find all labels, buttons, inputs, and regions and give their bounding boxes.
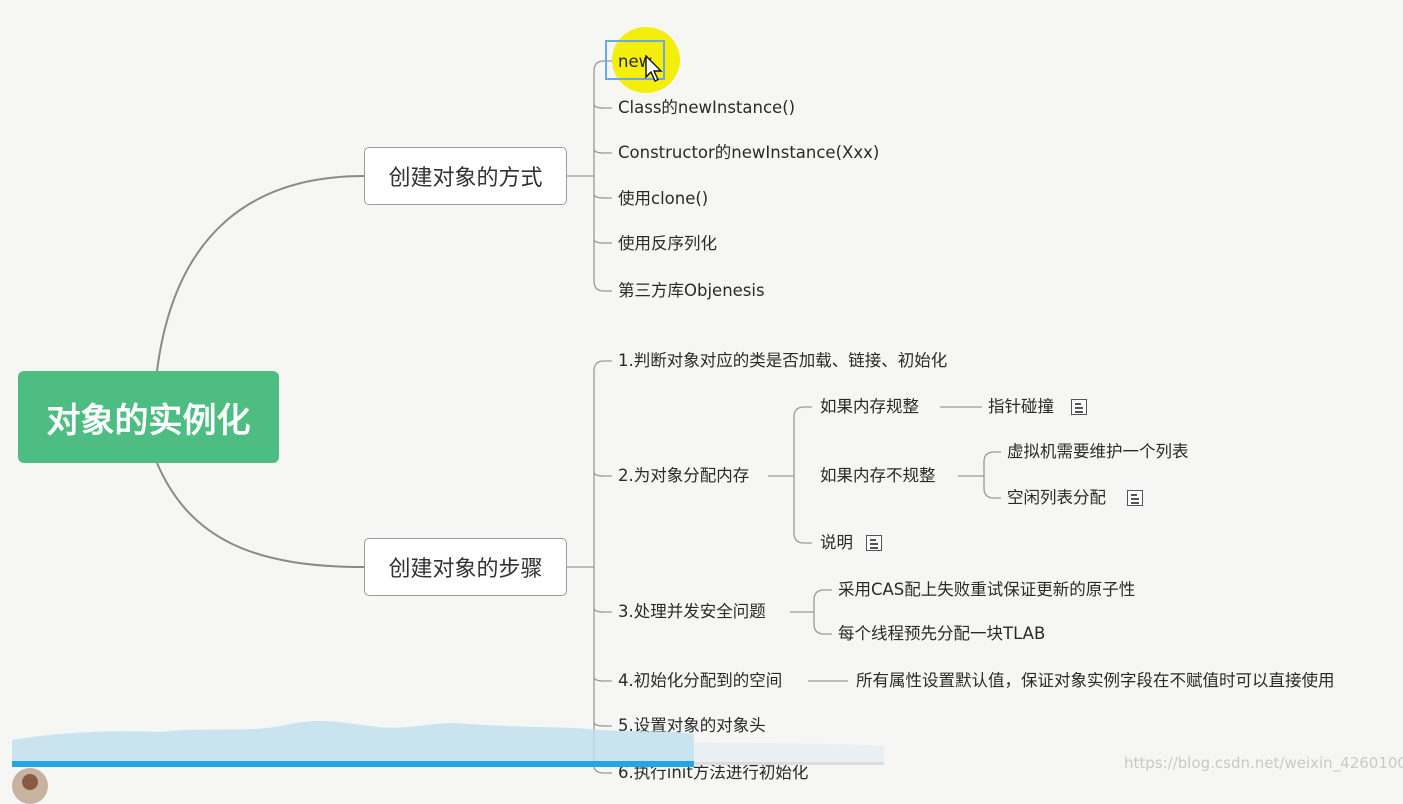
step-2-free-list[interactable]: 空闲列表分配 [1007,488,1106,508]
ways-item-class-newinstance[interactable]: Class的newInstance() [618,98,795,118]
player-wave-overlay [12,720,884,762]
steps-node[interactable]: 创建对象的步骤 [364,538,567,596]
mouse-cursor-icon [645,55,663,82]
note-icon[interactable] [866,535,882,551]
ways-node[interactable]: 创建对象的方式 [364,147,567,205]
ways-item-clone[interactable]: 使用clone() [618,189,708,209]
step-3-cas[interactable]: 采用CAS配上失败重试保证更新的原子性 [838,580,1135,600]
step-3-tlab[interactable]: 每个线程预先分配一块TLAB [838,624,1045,644]
step-2-pointer-bump[interactable]: 指针碰撞 [988,397,1054,417]
step-2-regular[interactable]: 如果内存规整 [820,397,919,417]
step-2-maintain-list[interactable]: 虚拟机需要维护一个列表 [1007,442,1189,462]
connector-root-steps [156,462,365,568]
step-4-detail[interactable]: 所有属性设置默认值，保证对象实例字段在不赋值时可以直接使用 [856,671,1335,691]
watermark: https://blog.csdn.net/weixin_42601001 [1124,754,1403,772]
video-progress-bar[interactable] [12,761,694,767]
video-progress-track[interactable] [694,762,884,765]
note-icon[interactable] [1127,490,1143,506]
ways-item-objenesis[interactable]: 第三方库Objenesis [618,281,765,301]
ways-item-deserialize[interactable]: 使用反序列化 [618,234,717,254]
note-icon[interactable] [1071,399,1087,415]
root-node[interactable]: 对象的实例化 [18,371,279,463]
step-1[interactable]: 1.判断对象对应的类是否加载、链接、初始化 [618,351,947,371]
ways-item-constructor-newinstance[interactable]: Constructor的newInstance(Xxx) [618,143,879,163]
step-2-note[interactable]: 说明 [820,533,853,553]
connector-root-ways [156,175,365,372]
step-2[interactable]: 2.为对象分配内存 [618,466,749,486]
step-4[interactable]: 4.初始化分配到的空间 [618,671,782,691]
step-3[interactable]: 3.处理并发安全问题 [618,602,766,622]
avatar [12,768,48,804]
step-2-irregular[interactable]: 如果内存不规整 [820,466,936,486]
